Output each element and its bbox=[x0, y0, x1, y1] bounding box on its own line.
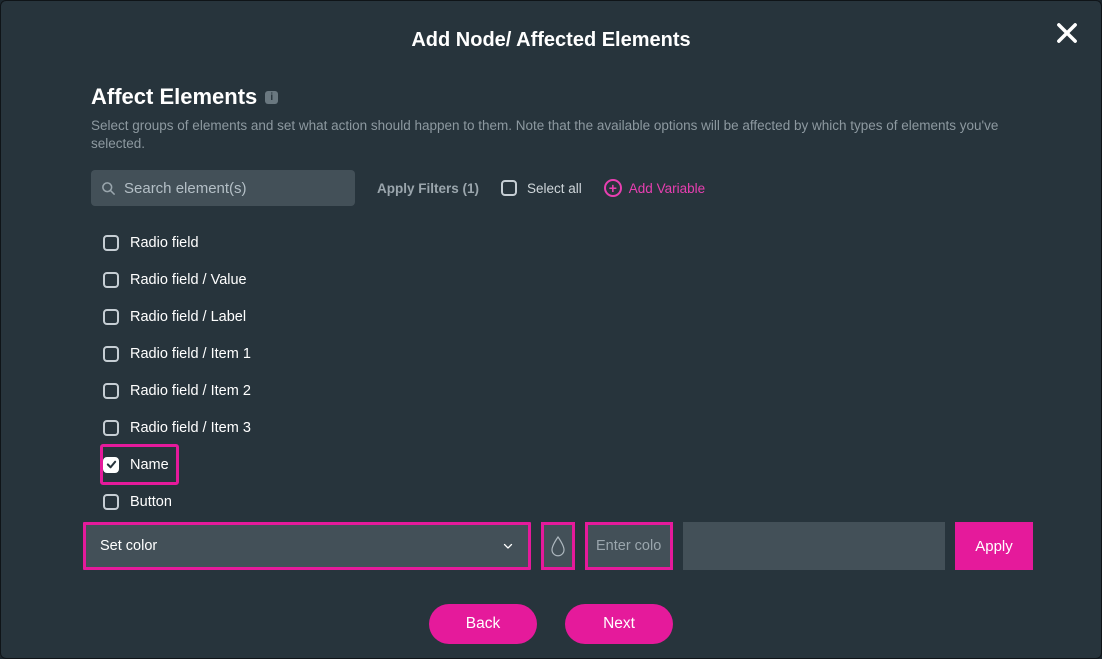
checkbox-icon[interactable] bbox=[103, 309, 119, 325]
checkbox-icon[interactable] bbox=[103, 494, 119, 510]
element-item[interactable]: Radio field / Item 2 bbox=[103, 372, 1011, 409]
checkbox-icon[interactable] bbox=[103, 383, 119, 399]
color-swatch-picker[interactable] bbox=[541, 522, 575, 570]
element-item-label: Radio field / Value bbox=[130, 272, 247, 288]
select-all-checkbox[interactable]: Select all bbox=[501, 180, 582, 196]
nav-row: Back Next bbox=[91, 604, 1011, 644]
section-title: Affect Elements i bbox=[91, 84, 1011, 110]
action-select[interactable]: Set color bbox=[83, 522, 531, 570]
affected-elements-dialog: Add Node/ Affected Elements Affect Eleme… bbox=[0, 0, 1102, 659]
add-variable-label: Add Variable bbox=[629, 181, 705, 196]
element-item[interactable]: Name bbox=[102, 446, 177, 483]
element-item-label: Radio field / Item 2 bbox=[130, 383, 251, 399]
toolbar: Apply Filters (1) Select all + Add Varia… bbox=[91, 170, 1011, 206]
chevron-down-icon bbox=[502, 540, 514, 552]
apply-button[interactable]: Apply bbox=[955, 522, 1033, 570]
checkbox-icon[interactable] bbox=[103, 235, 119, 251]
droplet-icon bbox=[549, 535, 567, 557]
select-all-label: Select all bbox=[527, 181, 582, 196]
section-description: Select groups of elements and set what a… bbox=[91, 117, 1011, 152]
apply-filters-button[interactable]: Apply Filters (1) bbox=[377, 181, 479, 196]
element-item[interactable]: Radio field / Label bbox=[103, 298, 1011, 335]
checkbox-icon[interactable] bbox=[103, 272, 119, 288]
color-input-extension[interactable] bbox=[683, 522, 945, 570]
color-input[interactable] bbox=[594, 525, 664, 567]
info-icon[interactable]: i bbox=[265, 91, 278, 104]
element-item-label: Name bbox=[130, 457, 169, 473]
color-input-highlight bbox=[585, 522, 673, 570]
element-item[interactable]: Radio field bbox=[103, 224, 1011, 261]
next-button[interactable]: Next bbox=[565, 604, 673, 644]
element-item-label: Button bbox=[130, 494, 172, 510]
dialog-title: Add Node/ Affected Elements bbox=[1, 1, 1101, 52]
element-item[interactable]: Radio field / Item 3 bbox=[103, 409, 1011, 446]
search-input[interactable] bbox=[124, 180, 345, 197]
checkbox-icon[interactable] bbox=[103, 457, 119, 473]
search-icon bbox=[101, 181, 116, 196]
action-select-value: Set color bbox=[100, 538, 157, 554]
action-row: Set color Apply bbox=[83, 522, 1033, 570]
element-item[interactable]: Radio field / Item 1 bbox=[103, 335, 1011, 372]
elements-list-container: Radio field Radio field / Value Radio fiel… bbox=[91, 224, 1011, 518]
element-item[interactable]: Button bbox=[103, 483, 1011, 518]
plus-circle-icon: + bbox=[604, 179, 622, 197]
element-item[interactable]: Radio field / Value bbox=[103, 261, 1011, 298]
add-variable-button[interactable]: + Add Variable bbox=[604, 179, 705, 197]
element-item-label: Radio field bbox=[130, 235, 199, 251]
checkbox-icon bbox=[501, 180, 517, 196]
close-icon bbox=[1053, 19, 1081, 47]
element-item-label: Radio field / Item 1 bbox=[130, 346, 251, 362]
elements-list[interactable]: Radio field Radio field / Value Radio fiel… bbox=[91, 224, 1011, 518]
checkbox-icon[interactable] bbox=[103, 346, 119, 362]
search-box[interactable] bbox=[91, 170, 355, 206]
checkbox-icon[interactable] bbox=[103, 420, 119, 436]
element-item-label: Radio field / Item 3 bbox=[130, 420, 251, 436]
close-button[interactable] bbox=[1053, 19, 1081, 47]
element-item-label: Radio field / Label bbox=[130, 309, 246, 325]
back-button[interactable]: Back bbox=[429, 604, 537, 644]
section-title-text: Affect Elements bbox=[91, 84, 257, 110]
